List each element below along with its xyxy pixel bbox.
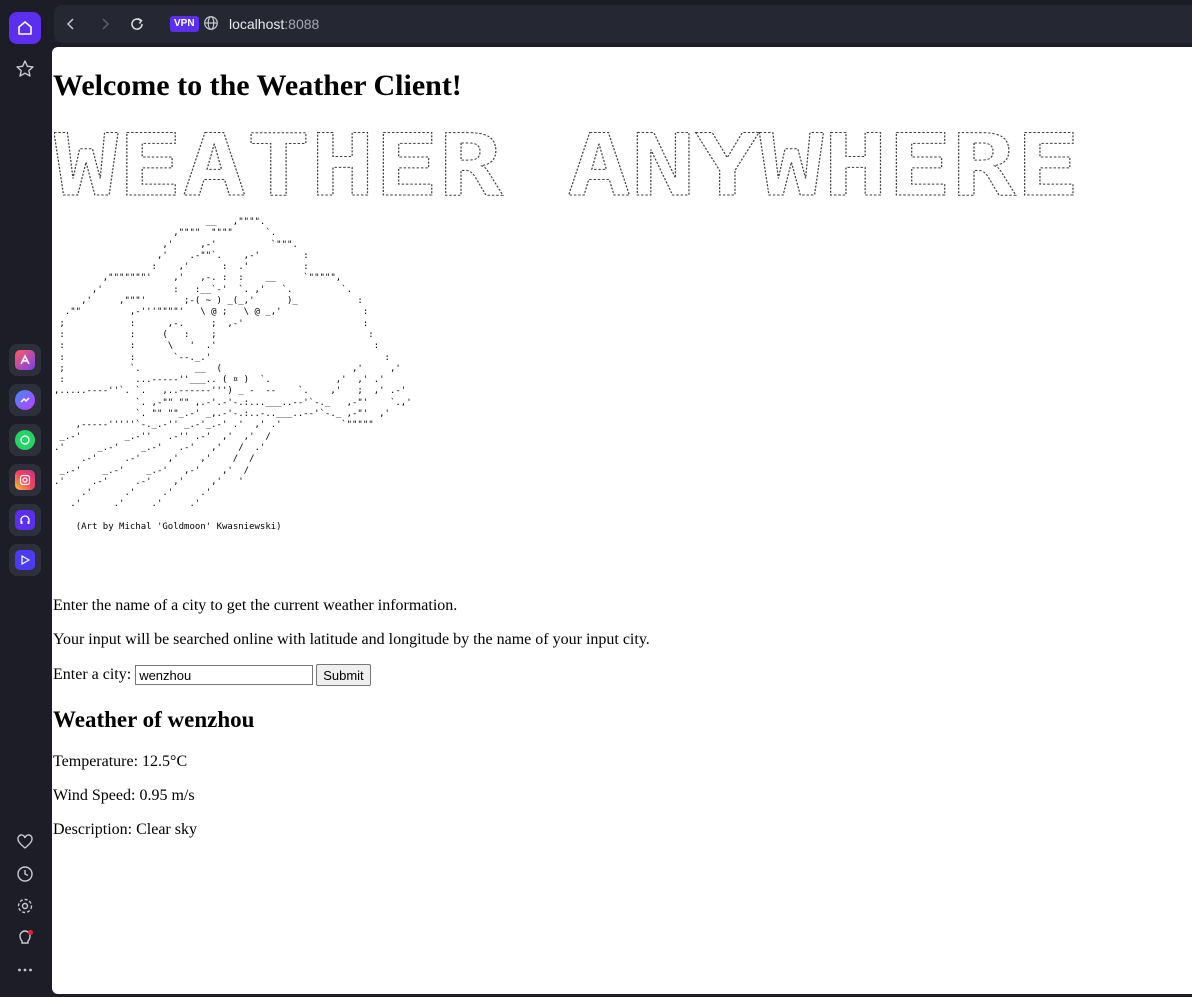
url-host: localhost xyxy=(229,16,285,32)
city-form: Enter a city: Submit xyxy=(53,664,371,686)
submit-button[interactable]: Submit xyxy=(316,664,371,686)
home-icon[interactable] xyxy=(9,12,41,44)
reload-icon[interactable] xyxy=(128,15,146,33)
forward-icon[interactable] xyxy=(96,15,114,33)
result-heading: Weather of wenzhou xyxy=(53,707,255,732)
art-credit: (Art by Michal 'Goldmoon' Kwasniewski) xyxy=(75,522,282,533)
address-bar-container: VPN localhost:8088 xyxy=(54,5,1192,43)
video-player-icon[interactable] xyxy=(9,544,41,576)
lightbulb-icon[interactable] xyxy=(9,922,41,954)
history-icon[interactable] xyxy=(9,858,41,890)
aria-icon[interactable] xyxy=(9,344,41,376)
browser-toolbar: VPN localhost:8088 xyxy=(50,0,1192,46)
city-input[interactable] xyxy=(135,665,314,685)
page-title: Welcome to the Weather Client! xyxy=(53,69,462,102)
city-label: Enter a city: xyxy=(53,666,132,683)
url-port: :8088 xyxy=(284,16,320,32)
banner-text: WEATHER ANYWHERE xyxy=(54,131,1080,201)
temperature-text: Temperature: 12.5°C xyxy=(53,753,188,770)
page-viewport: Welcome to the Weather Client! WEATHER A… xyxy=(52,47,1192,994)
weather-anywhere-banner: WEATHER ANYWHERE WEATHER ANYWHERE xyxy=(54,131,1081,201)
star-icon[interactable] xyxy=(9,53,41,85)
whatsapp-icon[interactable] xyxy=(9,424,41,456)
back-icon[interactable] xyxy=(62,15,80,33)
instagram-icon[interactable] xyxy=(9,464,41,496)
browser-sidebar xyxy=(0,0,50,997)
heart-icon[interactable] xyxy=(9,826,41,858)
wind-speed-text: Wind Speed: 0.95 m/s xyxy=(53,787,195,804)
settings-icon[interactable] xyxy=(9,890,41,922)
intro-text: Enter the name of a city to get the curr… xyxy=(53,597,458,614)
globe-icon[interactable] xyxy=(203,15,219,35)
music-player-icon[interactable] xyxy=(9,504,41,536)
more-icon[interactable] xyxy=(9,954,41,986)
messenger-icon[interactable] xyxy=(9,384,41,416)
url-field[interactable]: localhost:8088 xyxy=(229,15,319,33)
ascii-art: __ ,"""". ,"""" """" `. ,' ,-' `""". ,' … xyxy=(54,217,412,533)
description-text: Description: Clear sky xyxy=(53,821,197,838)
intro-note: Your input will be searched online with … xyxy=(53,631,650,648)
vpn-badge[interactable]: VPN xyxy=(170,16,199,32)
